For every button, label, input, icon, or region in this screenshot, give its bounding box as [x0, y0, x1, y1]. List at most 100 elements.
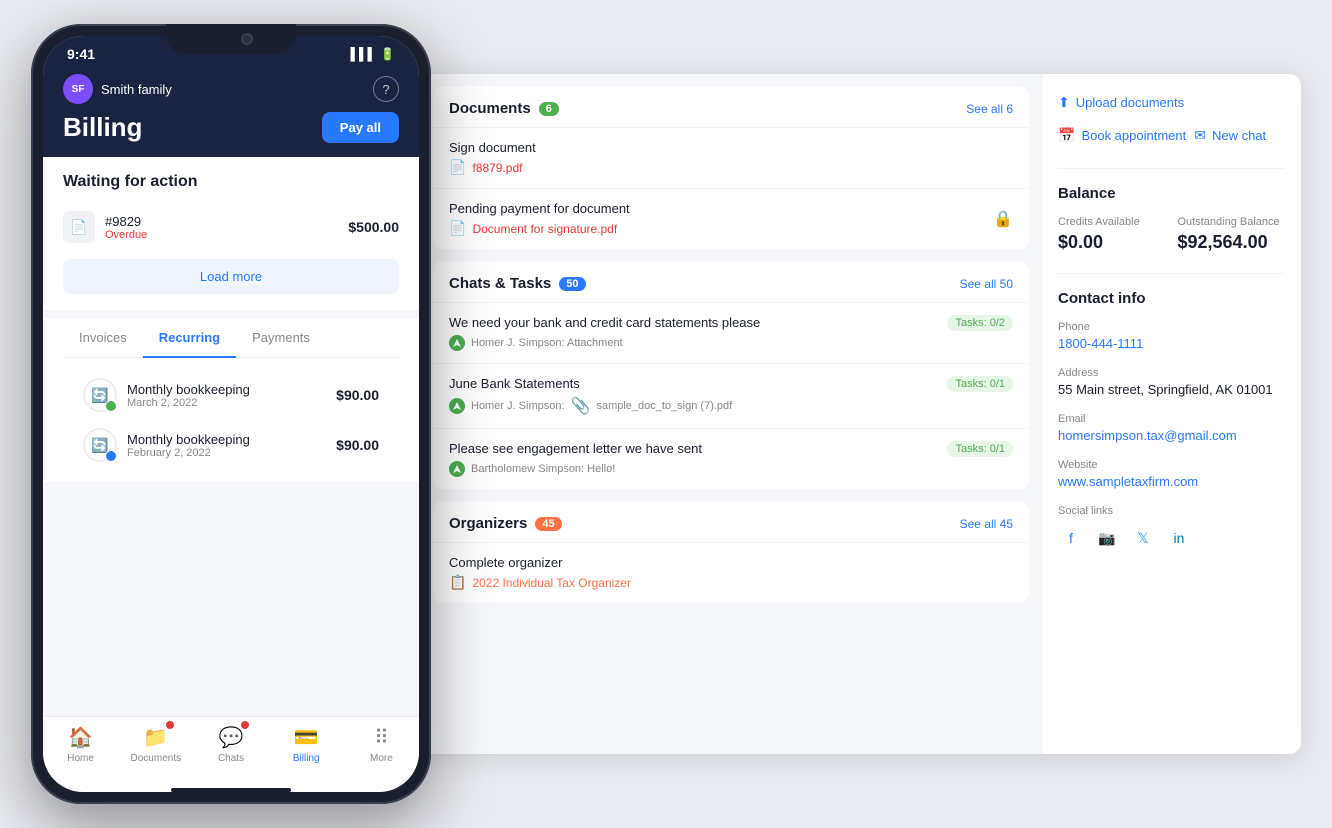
recurring-badge-1 [105, 400, 117, 412]
social-section: Social links f 📷 𝕏 in [1058, 505, 1285, 551]
nav-billing[interactable]: 💳 Billing [269, 725, 344, 764]
doc-content-2: Pending payment for document 📄 Document … [449, 201, 630, 237]
balance-grid: Credits Available $0.00 Outstanding Bala… [1058, 216, 1285, 253]
nav-chats[interactable]: 💬 Chats [193, 725, 268, 764]
chat-sub-1: Homer J. Simpson: Attachment [449, 335, 1013, 351]
phone-device: 9:41 ▌▌▌ 🔋 SF Smith family ? [31, 24, 431, 804]
contact-title: Contact info [1058, 290, 1285, 307]
facebook-icon[interactable]: f [1058, 525, 1084, 551]
more-icon: ⠿ [374, 725, 389, 750]
documents-see-all[interactable]: See all 6 [966, 102, 1013, 116]
status-time: 9:41 [67, 46, 95, 62]
recurring-list: 🔄 Monthly bookkeeping March 2, 2022 $90.… [63, 358, 399, 482]
recurring-item-2: 🔄 Monthly bookkeeping February 2, 2022 $… [83, 420, 379, 470]
doc-item-1: Sign document 📄 f8879.pdf [433, 127, 1029, 188]
doc-file-1: 📄 f8879.pdf [449, 159, 1013, 176]
organizers-title: Organizers [449, 515, 527, 532]
phone-value[interactable]: 1800-444-1111 [1058, 336, 1285, 351]
nav-documents[interactable]: 📁 Documents [118, 725, 193, 764]
load-more-button[interactable]: Load more [63, 259, 399, 294]
invoice-amount: $500.00 [348, 219, 399, 235]
chat-main-row-1: We need your bank and credit card statem… [449, 315, 1013, 331]
outstanding-label: Outstanding Balance [1178, 216, 1286, 228]
attachment-icon: 📎 [571, 396, 591, 416]
recurring-info-2: Monthly bookkeeping February 2, 2022 [127, 432, 326, 459]
bottom-nav: 🏠 Home 📁 Documents 💬 Chats 💳 Billing ⠿ [43, 716, 419, 784]
status-icons: ▌▌▌ 🔋 [351, 47, 395, 61]
recurring-date-2: February 2, 2022 [127, 447, 326, 459]
phone-camera [241, 33, 253, 45]
nav-documents-label: Documents [131, 753, 182, 764]
chat-sender-2: Homer J. Simpson: [471, 400, 565, 412]
tab-invoices[interactable]: Invoices [63, 318, 143, 357]
nav-billing-label: Billing [293, 753, 320, 764]
organizers-header: Organizers 45 See all 45 [433, 501, 1029, 542]
recurring-name-1: Monthly bookkeeping [127, 382, 326, 397]
address-value: 55 Main street, Springfield, AK 01001 [1058, 382, 1285, 397]
organizers-see-all[interactable]: See all 45 [960, 517, 1013, 531]
divider-2 [1058, 273, 1285, 274]
tabs-section: Invoices Recurring Payments 🔄 Monthly bo… [43, 318, 419, 482]
nav-home[interactable]: 🏠 Home [43, 725, 118, 764]
help-icon[interactable]: ? [373, 76, 399, 102]
documents-badge [166, 721, 174, 729]
lock-icon: 🔒 [993, 209, 1013, 229]
new-chat-button[interactable]: ✉ New chat [1194, 123, 1266, 148]
chat-sender-3: Bartholomew Simpson: Hello! [471, 463, 615, 475]
chats-badge [241, 721, 249, 729]
chat-item-2: June Bank Statements Tasks: 0/1 Homer J.… [433, 363, 1029, 428]
social-label: Social links [1058, 505, 1285, 517]
chat-sub-2: Homer J. Simpson: 📎 sample_doc_to_sign (… [449, 396, 1013, 416]
home-indicator [171, 788, 291, 792]
documents-icon: 📁 [143, 725, 168, 750]
billing-title: Billing [63, 112, 142, 143]
tab-payments[interactable]: Payments [236, 318, 326, 357]
upload-icon: ⬆ [1058, 94, 1070, 111]
org-title-1: Complete organizer [449, 555, 1013, 570]
user-name: Smith family [101, 82, 172, 97]
recurring-name-2: Monthly bookkeeping [127, 432, 326, 447]
email-value[interactable]: homersimpson.tax@gmail.com [1058, 428, 1285, 443]
recurring-info-1: Monthly bookkeeping March 2, 2022 [127, 382, 326, 409]
chats-badge-count: 50 [559, 277, 585, 291]
chat-sender-icon-2 [449, 398, 465, 414]
chats-title-group: Chats & Tasks 50 [449, 275, 586, 292]
pay-all-button[interactable]: Pay all [322, 112, 399, 143]
address-section: Address 55 Main street, Springfield, AK … [1058, 367, 1285, 397]
invoice-item: 📄 #9829 Overdue $500.00 [63, 203, 399, 251]
website-value[interactable]: www.sampletaxfirm.com [1058, 474, 1285, 489]
phone-screen: 9:41 ▌▌▌ 🔋 SF Smith family ? [43, 36, 419, 792]
chat-tasks-3: Tasks: 0/1 [947, 441, 1013, 457]
email-section: Email homersimpson.tax@gmail.com [1058, 413, 1285, 443]
organizers-badge-count: 45 [535, 517, 561, 531]
phone-section: Phone 1800-444-1111 [1058, 321, 1285, 351]
chat-attachment-2: sample_doc_to_sign (7).pdf [596, 400, 732, 412]
chats-see-all[interactable]: See all 50 [960, 277, 1013, 291]
organizer-icon: 📋 [449, 574, 466, 591]
home-icon: 🏠 [68, 725, 93, 750]
doc-title-1: Sign document [449, 140, 1013, 155]
middle-column: Documents 6 See all 6 Sign document 📄 f8… [421, 74, 1041, 754]
chat-icon: ✉ [1194, 127, 1206, 144]
right-column: ⬆ Upload documents 📅 Book appointment ✉ … [1041, 74, 1301, 754]
upload-docs-button[interactable]: ⬆ Upload documents [1058, 90, 1184, 115]
documents-section: Documents 6 See all 6 Sign document 📄 f8… [433, 86, 1029, 249]
organizers-section: Organizers 45 See all 45 Complete organi… [433, 501, 1029, 603]
organizer-item-1: Complete organizer 📋 2022 Individual Tax… [433, 542, 1029, 603]
nav-chats-label: Chats [218, 753, 244, 764]
book-appointment-button[interactable]: 📅 Book appointment [1058, 123, 1186, 148]
outstanding-block: Outstanding Balance $92,564.00 [1178, 216, 1286, 253]
credits-value: $0.00 [1058, 232, 1166, 253]
app-wrapper: 9:41 ▌▌▌ 🔋 SF Smith family ? [0, 0, 1332, 828]
chat-sub-3: Bartholomew Simpson: Hello! [449, 461, 1013, 477]
twitter-icon[interactable]: 𝕏 [1130, 525, 1156, 551]
instagram-icon[interactable]: 📷 [1094, 525, 1120, 551]
nav-more[interactable]: ⠿ More [344, 725, 419, 764]
recurring-amount-2: $90.00 [336, 437, 379, 453]
recurring-date-1: March 2, 2022 [127, 397, 326, 409]
linkedin-icon[interactable]: in [1166, 525, 1192, 551]
documents-title-group: Documents 6 [449, 100, 559, 117]
credits-label: Credits Available [1058, 216, 1166, 228]
waiting-section: Waiting for action 📄 #9829 Overdue $500.… [43, 157, 419, 310]
tab-recurring[interactable]: Recurring [143, 318, 236, 357]
